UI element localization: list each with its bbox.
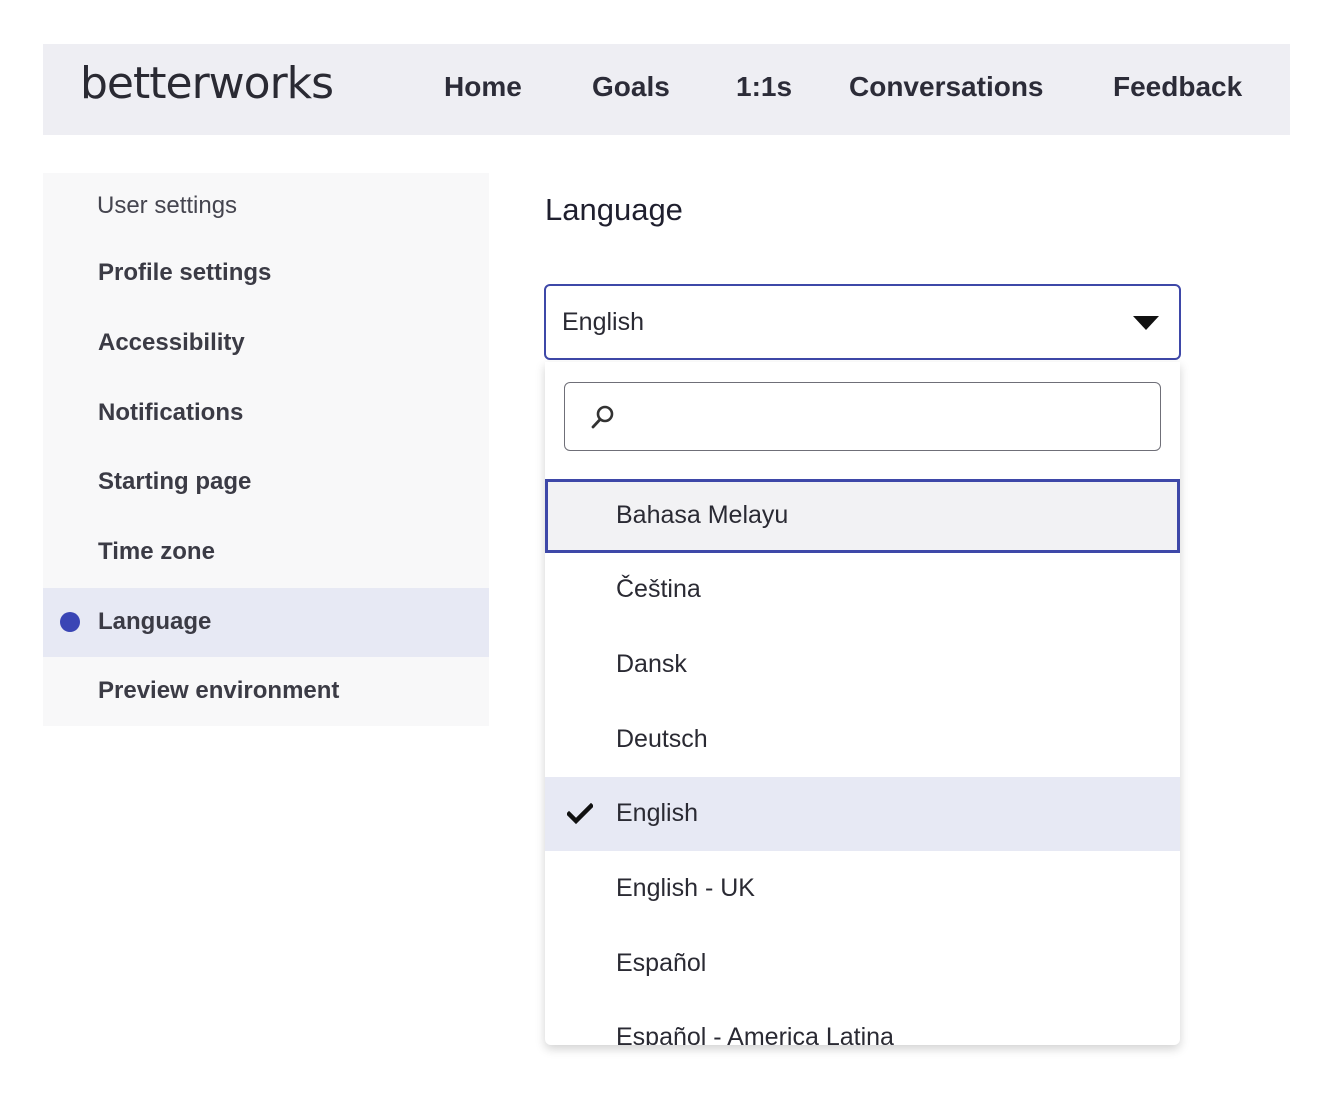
language-option-dansk[interactable]: Dansk: [545, 628, 1180, 702]
search-icon: [591, 405, 614, 429]
sidebar-item-language[interactable]: Language: [43, 588, 489, 657]
language-option-label: Bahasa Melayu: [616, 501, 789, 529]
betterworks-logo[interactable]: betterworks: [80, 58, 334, 109]
language-search-input[interactable]: [629, 397, 1139, 437]
language-option-label: English - UK: [616, 874, 755, 902]
language-option-cestina[interactable]: Čeština: [545, 553, 1180, 627]
language-option-bahasa-melayu[interactable]: Bahasa Melayu: [545, 479, 1180, 553]
language-option-english-uk[interactable]: English - UK: [545, 852, 1180, 926]
sidebar-item-label: Time zone: [98, 538, 215, 565]
sidebar-item-time-zone[interactable]: Time zone: [43, 518, 489, 587]
language-option-deutsch[interactable]: Deutsch: [545, 703, 1180, 777]
language-option-label: Español: [616, 949, 707, 977]
sidebar-item-profile-settings[interactable]: Profile settings: [43, 239, 489, 308]
sidebar-item-label: Profile settings: [98, 259, 272, 286]
nav-goals[interactable]: Goals: [592, 71, 670, 103]
sidebar-item-preview-environment[interactable]: Preview environment: [43, 657, 489, 726]
page-title: Language: [545, 192, 683, 227]
sidebar-item-notifications[interactable]: Notifications: [43, 379, 489, 448]
nav-home[interactable]: Home: [444, 71, 522, 103]
language-option-label: Dansk: [616, 650, 687, 678]
sidebar-item-label: Starting page: [98, 468, 252, 495]
sidebar-item-label: Notifications: [98, 399, 244, 426]
language-option-espanol-america-latina[interactable]: Español - America Latina: [545, 1001, 1180, 1045]
sidebar-item-label: Language: [98, 608, 212, 635]
language-option-label: Deutsch: [616, 725, 708, 753]
active-indicator-dot: [60, 612, 80, 632]
sidebar-item-accessibility[interactable]: Accessibility: [43, 309, 489, 378]
nav-one-on-ones[interactable]: 1:1s: [736, 71, 792, 103]
sidebar-header: User settings: [97, 192, 238, 219]
language-option-label: Español - America Latina: [616, 1023, 894, 1045]
nav-conversations[interactable]: Conversations: [849, 71, 1044, 103]
language-option-label: Čeština: [616, 575, 701, 603]
language-select[interactable]: English: [544, 284, 1181, 360]
language-option-label: English: [616, 799, 698, 827]
top-navigation-bar: betterworks Home Goals 1:1s Conversation…: [43, 44, 1290, 135]
language-select-value: English: [562, 308, 644, 336]
language-option-espanol[interactable]: Español: [545, 927, 1180, 1001]
sidebar-item-starting-page[interactable]: Starting page: [43, 448, 489, 517]
nav-feedback[interactable]: Feedback: [1113, 71, 1242, 103]
language-dropdown-menu: Bahasa Melayu Čeština Dansk Deutsch Engl…: [545, 362, 1180, 1045]
checkmark-icon: [567, 803, 593, 825]
language-search-box[interactable]: [564, 382, 1161, 451]
sidebar-item-label: Accessibility: [98, 329, 245, 356]
sidebar-item-label: Preview environment: [98, 677, 340, 704]
caret-down-icon: [1133, 316, 1159, 330]
language-option-english[interactable]: English: [545, 777, 1180, 851]
settings-sidebar: User settings Profile settings Accessibi…: [43, 173, 489, 726]
